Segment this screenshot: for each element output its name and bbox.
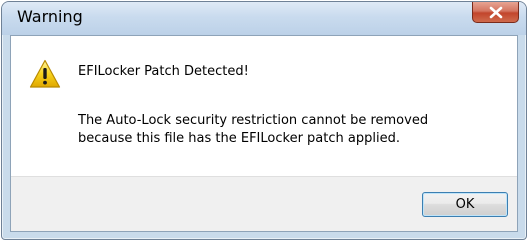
message-heading: EFILocker Patch Detected! — [78, 64, 249, 79]
ok-button[interactable]: OK — [422, 192, 508, 217]
message-line-2: because this file has the EFILocker patc… — [78, 131, 400, 146]
message-line-1: The Auto-Lock security restriction canno… — [78, 113, 429, 128]
window-title: Warning — [17, 7, 83, 26]
close-button[interactable] — [472, 2, 519, 23]
warning-dialog: Warning EFILocker Patch Detected! The Au… — [1, 1, 527, 240]
warning-icon — [29, 59, 61, 89]
close-icon — [489, 6, 502, 18]
title-bar[interactable]: Warning — [2, 2, 526, 35]
button-bar: OK — [11, 176, 517, 231]
message-body: The Auto-Lock security restriction canno… — [78, 112, 428, 148]
dialog-content: EFILocker Patch Detected! The Auto-Lock … — [10, 35, 518, 232]
